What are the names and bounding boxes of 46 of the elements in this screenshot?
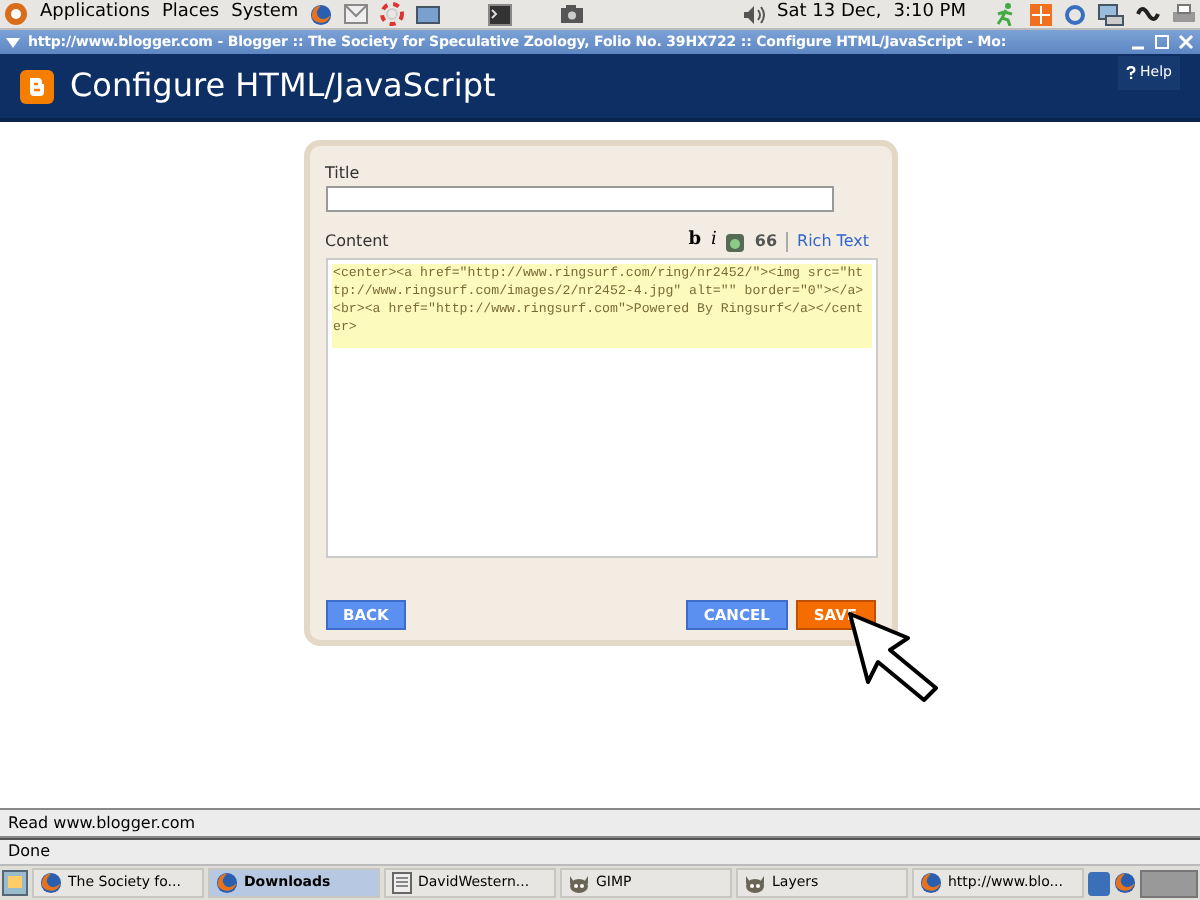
title-input[interactable]: [325, 186, 833, 212]
refresh-icon[interactable]: [1064, 3, 1086, 25]
browser-launcher-icon: [1114, 872, 1136, 894]
show-desktop-icon[interactable]: [2, 870, 28, 896]
lifebuoy-icon[interactable]: [380, 2, 405, 26]
content-label: Content: [325, 230, 391, 254]
camera-icon[interactable]: [560, 4, 585, 24]
blogger-logo-icon: [20, 69, 54, 103]
close-icon[interactable]: [1178, 34, 1194, 50]
bold-button[interactable]: b: [688, 228, 701, 256]
network-icon[interactable]: [1098, 3, 1124, 25]
title-label: Title: [325, 164, 362, 184]
workspace-switcher[interactable]: [1140, 869, 1198, 897]
clock-date[interactable]: Sat 13 Dec,: [777, 0, 882, 28]
clock-time[interactable]: 3:10 PM: [893, 0, 966, 28]
status-bar: Done: [0, 838, 1200, 864]
browser-launcher-icon: [310, 3, 333, 25]
document-icon: [392, 872, 412, 894]
running-figure-icon[interactable]: [994, 2, 1018, 26]
browser-icon: [920, 872, 942, 894]
foot-logo-icon[interactable]: [4, 2, 28, 26]
quote-button[interactable]: 66: [754, 230, 778, 254]
content-textarea[interactable]: [325, 258, 877, 558]
window-menu-icon[interactable]: [6, 37, 20, 47]
animal-icon: [568, 873, 590, 893]
mail-icon[interactable]: [344, 4, 369, 24]
panel-menu[interactable]: System: [231, 0, 299, 28]
browser-icon: [216, 872, 238, 894]
terminal-icon[interactable]: [488, 3, 513, 25]
panel-menu[interactable]: Places: [161, 0, 220, 28]
link-status: Read www.blogger.com: [0, 808, 1200, 838]
folder-icon[interactable]: [416, 4, 441, 24]
image-icon[interactable]: [726, 233, 745, 251]
maximize-icon[interactable]: [1154, 34, 1170, 50]
update-icon[interactable]: [1030, 3, 1052, 25]
animal-icon: [744, 873, 766, 893]
panel-menu[interactable]: Applications: [40, 0, 150, 28]
browser-icon: [40, 872, 62, 894]
cable-icon[interactable]: [1136, 3, 1160, 25]
notes-icon[interactable]: [1088, 871, 1110, 895]
help-icon: [1126, 65, 1137, 80]
page-title: Configure HTML/JavaScript: [70, 64, 498, 108]
volume-icon[interactable]: [741, 3, 766, 25]
italic-button[interactable]: i: [710, 228, 717, 256]
printer-icon[interactable]: [1172, 3, 1196, 25]
rich-text-link[interactable]: Rich Text: [797, 230, 869, 254]
